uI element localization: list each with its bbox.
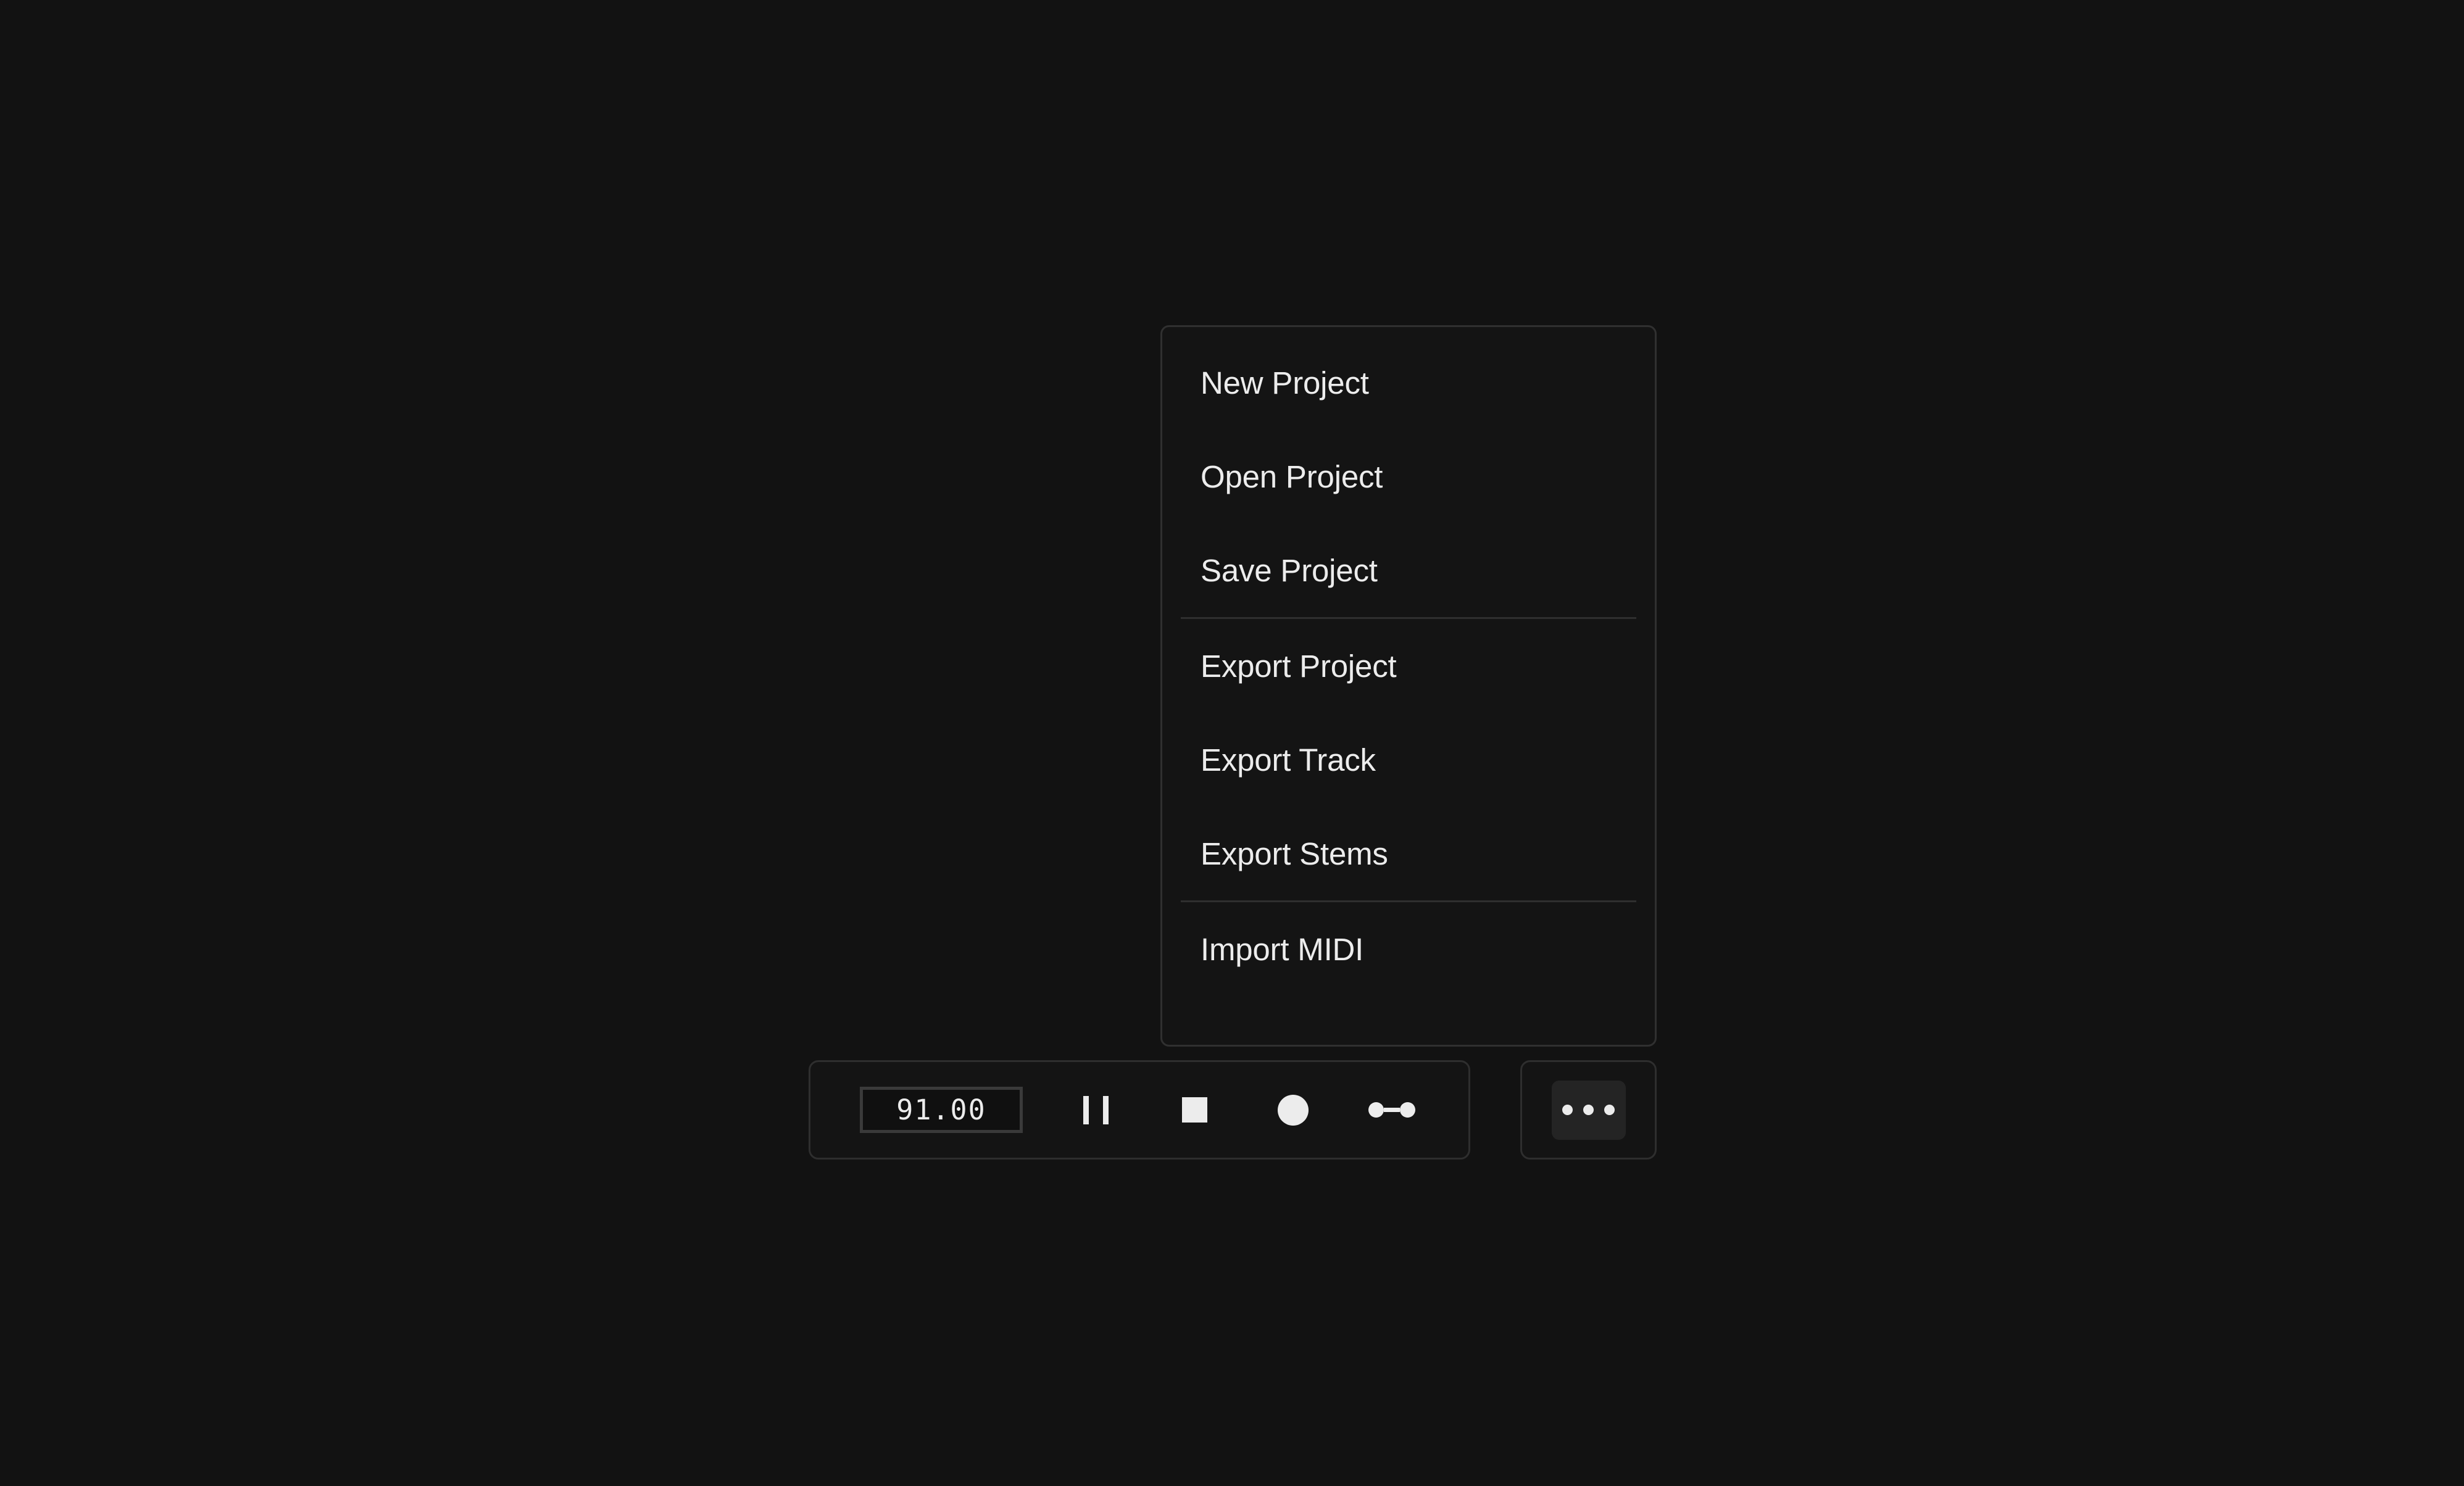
more-options-button[interactable] — [1551, 1080, 1626, 1140]
menu-item-export-project[interactable]: Export Project — [1162, 619, 1655, 713]
bpm-value: 91.00 — [896, 1094, 986, 1126]
menu-group-import: Import MIDI — [1162, 902, 1655, 996]
menu-group-export: Export Project Export Track Export Stems — [1162, 619, 1655, 900]
menu-item-label: Save Project — [1201, 552, 1378, 588]
file-dropdown-menu: New Project Open Project Save Project Ex… — [1160, 325, 1657, 1047]
stop-button[interactable] — [1165, 1081, 1224, 1140]
ellipsis-icon — [1604, 1105, 1615, 1115]
menu-item-new-project[interactable]: New Project — [1162, 336, 1655, 430]
link-icon — [1368, 1102, 1415, 1118]
menu-item-label: Open Project — [1201, 459, 1383, 494]
menu-item-label: Export Stems — [1201, 836, 1388, 871]
ellipsis-icon — [1562, 1105, 1573, 1115]
menu-item-label: Export Track — [1201, 742, 1376, 778]
menu-item-save-project[interactable]: Save Project — [1162, 523, 1655, 617]
menu-item-label: Export Project — [1201, 648, 1397, 684]
record-icon — [1278, 1094, 1309, 1126]
menu-group-project: New Project Open Project Save Project — [1162, 336, 1655, 617]
menu-item-open-project[interactable]: Open Project — [1162, 430, 1655, 523]
menu-item-export-track[interactable]: Export Track — [1162, 713, 1655, 807]
record-button[interactable] — [1263, 1081, 1323, 1140]
ellipsis-icon — [1583, 1105, 1594, 1115]
stop-icon — [1181, 1097, 1207, 1123]
menu-item-import-midi[interactable]: Import MIDI — [1162, 902, 1655, 996]
loop-button[interactable] — [1362, 1081, 1421, 1140]
bpm-input[interactable]: 91.00 — [860, 1087, 1023, 1133]
app-canvas: New Project Open Project Save Project Ex… — [0, 0, 2464, 1486]
more-options-container — [1520, 1060, 1657, 1160]
pause-button[interactable] — [1066, 1081, 1125, 1140]
menu-item-export-stems[interactable]: Export Stems — [1162, 807, 1655, 900]
menu-item-label: Import MIDI — [1201, 931, 1364, 967]
pause-icon — [1083, 1095, 1109, 1124]
menu-item-label: New Project — [1201, 365, 1369, 401]
transport-bar: 91.00 — [809, 1060, 1470, 1160]
